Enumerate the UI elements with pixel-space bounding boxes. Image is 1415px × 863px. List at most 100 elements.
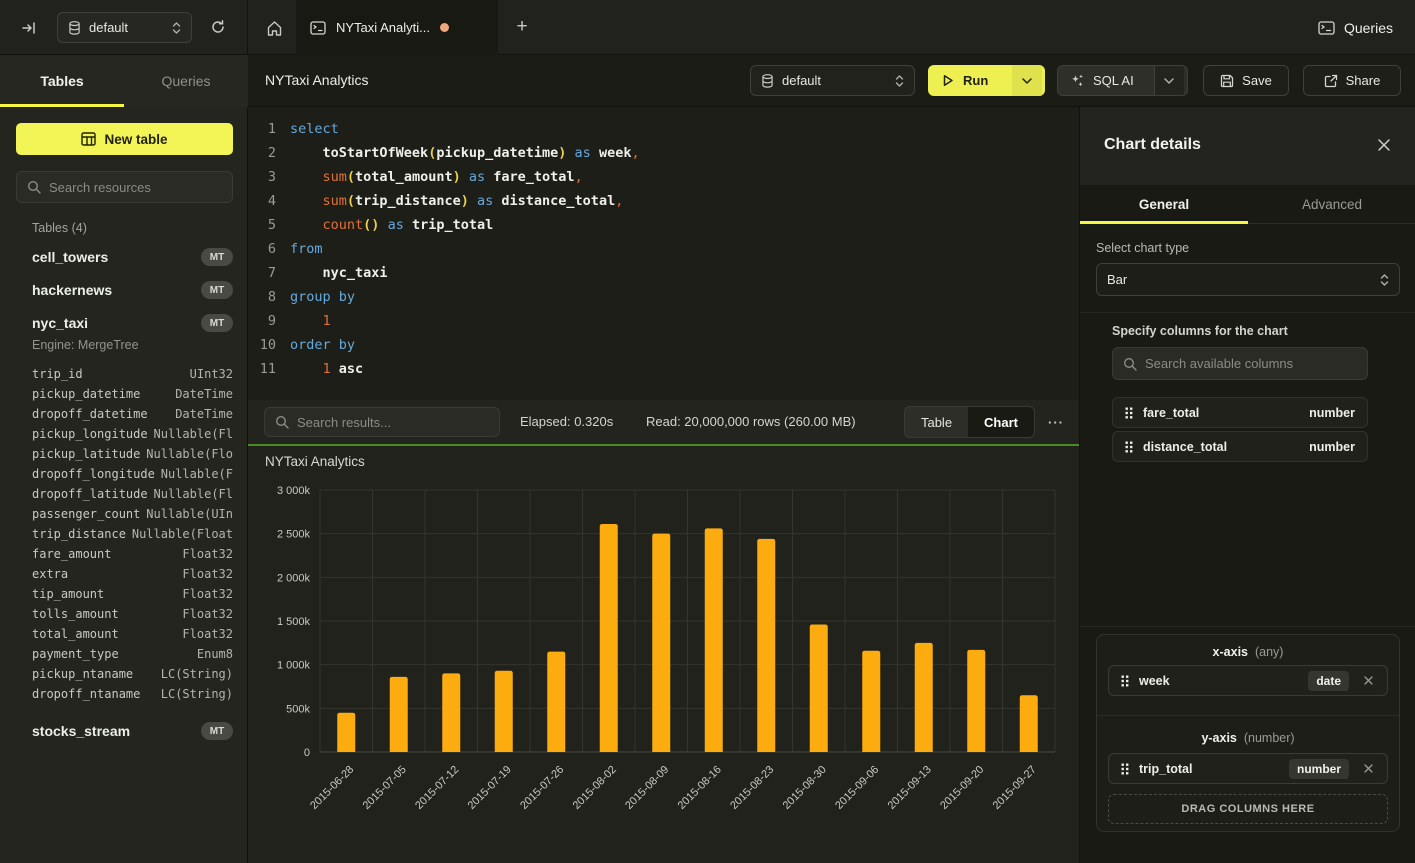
divider <box>1080 312 1415 313</box>
run-button-label: Run <box>963 73 988 88</box>
collapse-sidebar-button[interactable] <box>16 15 42 41</box>
column-row[interactable]: passenger_countNullable(UIn <box>0 504 248 524</box>
tab-advanced[interactable]: Advanced <box>1248 185 1415 223</box>
view-toggle: Table Chart <box>904 406 1035 438</box>
sql-console-app: default NYTaxi Analyti... + Queries Tabl… <box>0 0 1415 863</box>
table-item-stocks-stream[interactable]: stocks_stream MT <box>0 719 248 743</box>
queries-menu-button[interactable]: Queries <box>1318 0 1393 55</box>
engine-badge: MT <box>201 281 233 299</box>
svg-text:2015-06-28: 2015-06-28 <box>308 764 356 812</box>
tab-general[interactable]: General <box>1080 185 1248 223</box>
top-bar-left: default <box>0 0 248 55</box>
svg-text:2015-09-27: 2015-09-27 <box>991 764 1039 812</box>
column-row[interactable]: trip_distanceNullable(Float <box>0 524 248 544</box>
tables-section-label: Tables (4) <box>32 221 87 235</box>
save-button[interactable]: Save <box>1203 65 1289 96</box>
column-row[interactable]: dropoff_longitudeNullable(F <box>0 464 248 484</box>
new-table-button[interactable]: New table <box>16 123 233 155</box>
new-tab-button[interactable]: + <box>508 13 536 41</box>
x-axis-heading: x-axis (any) <box>1097 645 1399 659</box>
query-tab[interactable]: NYTaxi Analyti... <box>296 0 498 55</box>
chart-type-select[interactable]: Bar <box>1096 263 1400 296</box>
y-axis-column-trip-total[interactable]: trip_total number <box>1108 753 1388 784</box>
database-selector-top[interactable]: default <box>57 12 192 43</box>
sql-ai-button[interactable]: SQL AI <box>1057 65 1188 96</box>
page-title: NYTaxi Analytics <box>265 72 368 88</box>
svg-text:2 000k: 2 000k <box>277 572 311 584</box>
svg-text:2015-07-05: 2015-07-05 <box>361 764 409 812</box>
save-icon <box>1220 74 1234 88</box>
view-toggle-table[interactable]: Table <box>905 407 968 437</box>
table-item-hackernews[interactable]: hackernews MT <box>0 278 248 302</box>
svg-text:2 500k: 2 500k <box>277 529 311 541</box>
run-options-caret[interactable] <box>1012 65 1042 96</box>
remove-y-column-button[interactable] <box>1359 760 1377 778</box>
database-selector-header[interactable]: default <box>750 65 915 96</box>
unsaved-changes-dot <box>440 23 449 32</box>
drag-columns-drop-zone[interactable]: DRAG COLUMNS HERE <box>1108 794 1388 824</box>
bar-2015-08-09 <box>652 534 670 752</box>
column-row[interactable]: fare_amountFloat32 <box>0 544 248 564</box>
svg-text:3 000k: 3 000k <box>277 485 311 497</box>
svg-text:2015-08-23: 2015-08-23 <box>728 764 776 812</box>
available-column-fare-total[interactable]: fare_total number <box>1112 397 1368 428</box>
close-panel-button[interactable] <box>1372 133 1396 157</box>
run-button[interactable]: Run <box>928 65 1045 96</box>
share-button[interactable]: Share <box>1303 65 1401 96</box>
drag-handle-icon <box>1121 763 1129 775</box>
refresh-button[interactable] <box>205 14 231 40</box>
sql-ai-caret[interactable] <box>1154 66 1184 95</box>
database-icon <box>761 74 774 88</box>
column-row[interactable]: tip_amountFloat32 <box>0 584 248 604</box>
refresh-icon <box>210 19 226 35</box>
x-axis-column-week[interactable]: week date <box>1108 665 1388 696</box>
column-row[interactable]: trip_idUInt32 <box>0 364 248 384</box>
column-row[interactable]: dropoff_latitudeNullable(Fl <box>0 484 248 504</box>
share-icon <box>1324 74 1338 88</box>
bar-2015-09-13 <box>915 643 933 752</box>
column-row[interactable]: total_amountFloat32 <box>0 624 248 644</box>
y-axis-heading: y-axis (number) <box>1097 731 1399 745</box>
bar-2015-08-30 <box>810 624 828 752</box>
database-icon <box>68 21 81 35</box>
column-row[interactable]: pickup_datetimeDateTime <box>0 384 248 404</box>
column-row[interactable]: dropoff_datetimeDateTime <box>0 404 248 424</box>
search-results-input[interactable]: Search results... <box>264 407 500 437</box>
column-row[interactable]: dropoff_ntanameLC(String) <box>0 684 248 704</box>
more-options-button[interactable]: ··· <box>1043 412 1069 432</box>
column-row[interactable]: pickup_latitudeNullable(Flo <box>0 444 248 464</box>
table-icon <box>81 132 96 146</box>
new-table-label: New table <box>104 132 167 147</box>
svg-text:2015-08-02: 2015-08-02 <box>571 764 619 812</box>
search-columns-input[interactable]: Search available columns <box>1112 347 1368 380</box>
table-engine-label: Engine: MergeTree <box>32 338 139 352</box>
search-resources-input[interactable]: Search resources <box>16 171 233 203</box>
chart-details-panel: Chart details General Advanced Select ch… <box>1079 107 1415 863</box>
column-row[interactable]: pickup_ntanameLC(String) <box>0 664 248 684</box>
drag-handle-icon <box>1121 675 1129 687</box>
search-icon <box>275 415 289 429</box>
table-item-nyc-taxi[interactable]: nyc_taxi MT <box>0 311 248 335</box>
svg-text:2015-08-30: 2015-08-30 <box>781 764 829 812</box>
available-column-distance-total[interactable]: distance_total number <box>1112 431 1368 462</box>
column-row[interactable]: pickup_longitudeNullable(Fl <box>0 424 248 444</box>
svg-text:500k: 500k <box>286 703 310 715</box>
engine-badge: MT <box>201 722 233 740</box>
unfold-icon <box>1380 273 1389 287</box>
remove-x-column-button[interactable] <box>1359 672 1377 690</box>
sql-ai-label: SQL AI <box>1093 73 1134 88</box>
results-toolbar: Search results... Elapsed: 0.320s Read: … <box>248 400 1079 446</box>
home-button[interactable] <box>260 14 288 42</box>
bar-chart-svg: 0500k1 000k1 500k2 000k2 500k3 000k2015-… <box>248 446 1079 863</box>
sql-editor[interactable]: 1select2 toStartOfWeek(pickup_datetime) … <box>248 107 1079 400</box>
table-item-cell-towers[interactable]: cell_towers MT <box>0 245 248 269</box>
svg-text:2015-07-12: 2015-07-12 <box>413 764 461 812</box>
bar-2015-08-02 <box>600 524 618 752</box>
sidebar-tab-queries[interactable]: Queries <box>124 55 248 107</box>
column-type-badge: number <box>1289 759 1349 779</box>
column-row[interactable]: extraFloat32 <box>0 564 248 584</box>
column-row[interactable]: tolls_amountFloat32 <box>0 604 248 624</box>
sidebar-tab-tables[interactable]: Tables <box>0 55 124 107</box>
view-toggle-chart[interactable]: Chart <box>968 407 1034 437</box>
column-row[interactable]: payment_typeEnum8 <box>0 644 248 664</box>
